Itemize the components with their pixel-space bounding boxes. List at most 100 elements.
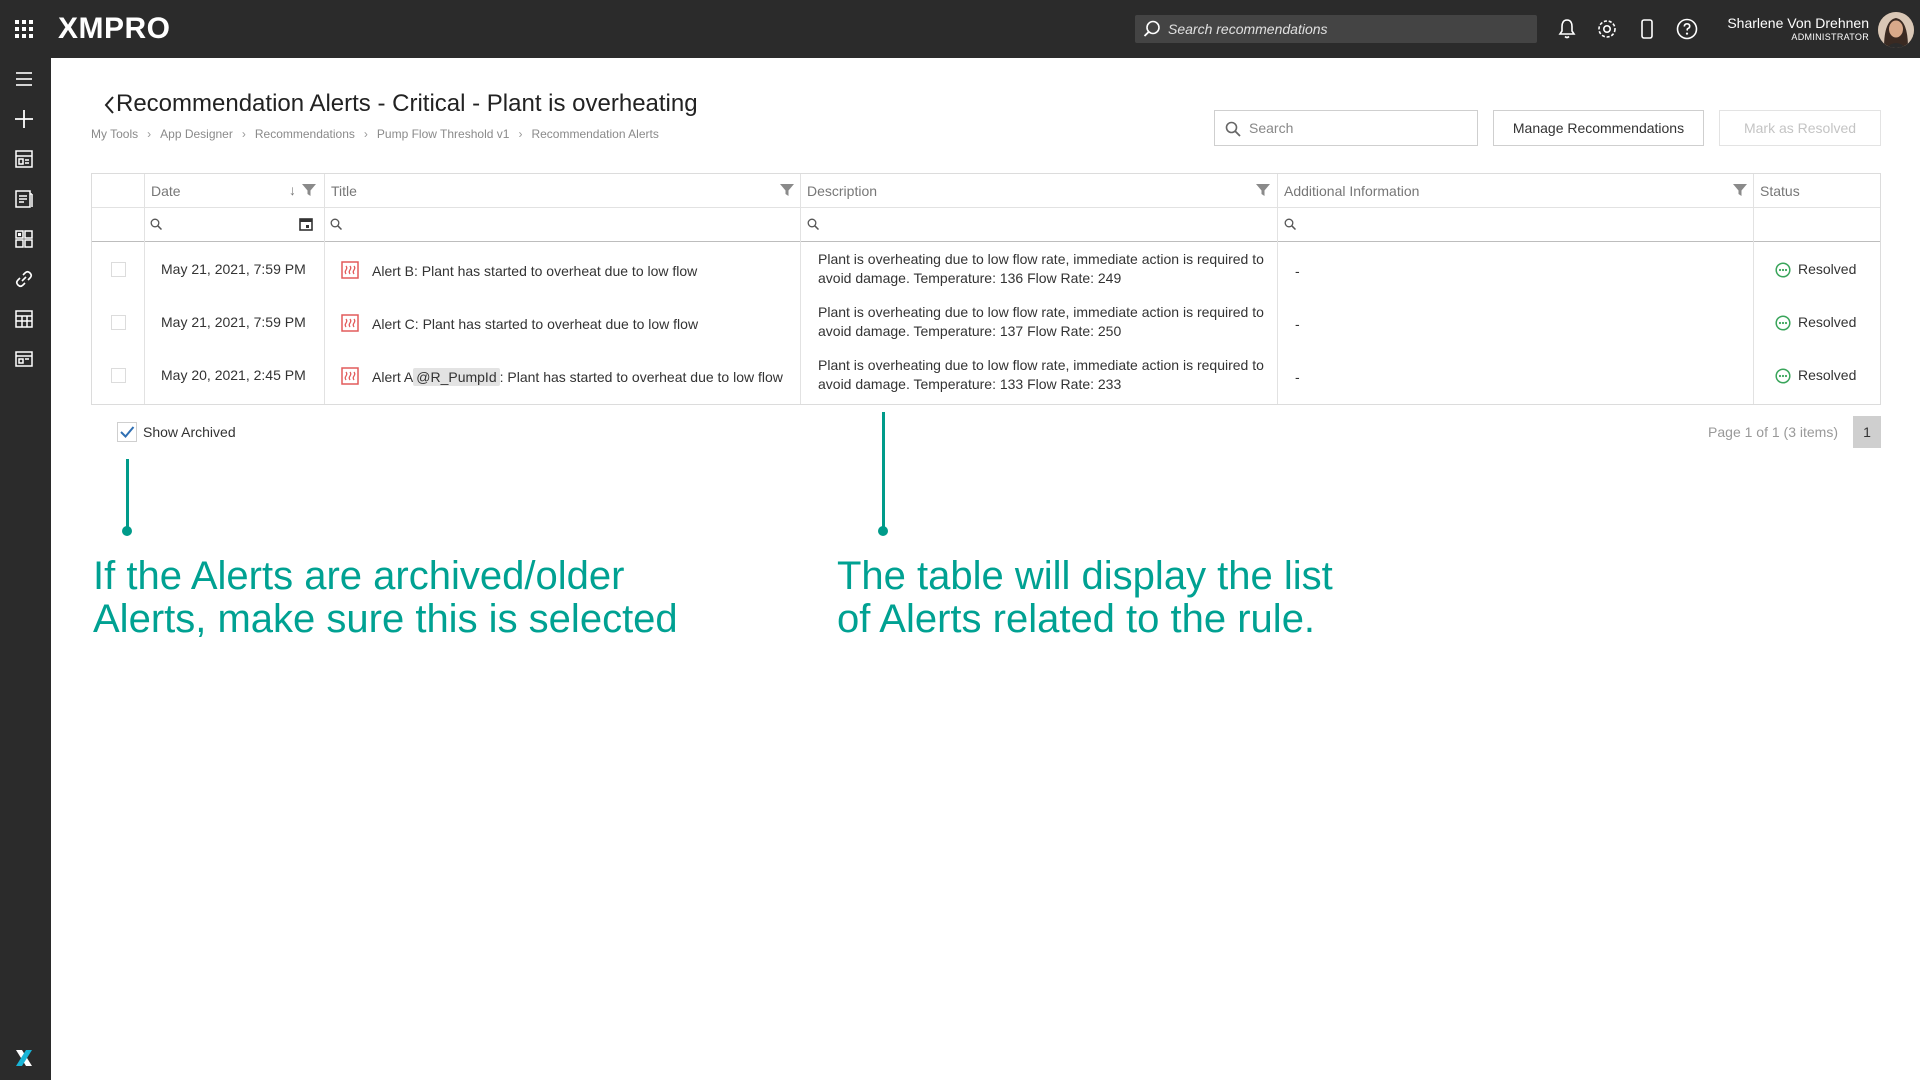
status-resolved-icon [1775,368,1791,384]
status-resolved-icon [1775,315,1791,331]
chevron-right-icon: › [518,127,523,141]
row-checkbox[interactable] [111,315,126,330]
table-row[interactable]: May 20, 2021, 2:45 PM Alert A @R_PumpId: … [92,350,1880,403]
row-title[interactable]: Alert A @R_PumpId: Plant has started to o… [372,368,783,386]
search-icon[interactable] [807,218,819,230]
annotation-pointer-line [882,412,885,530]
annotation-left-line-2: Alerts, make sure this is selected [93,597,678,641]
user-name[interactable]: Sharlene Von Drehnen [1727,15,1869,31]
status-badge: Resolved [1798,367,1857,383]
row-description: Plant is overheating due to low flow rat… [818,357,1264,392]
column-header-additional-information[interactable]: Additional Information [1277,174,1753,208]
status-badge: Resolved [1798,261,1857,277]
column-header-title[interactable]: Title [324,174,799,208]
table-header-row: Date ↓ Title Description Additional Info… [92,174,1880,208]
apps-grid-icon[interactable] [14,19,34,39]
annotation-right-line-1: The table will display the list [837,554,1333,598]
search-icon [1225,121,1241,137]
column-header-description[interactable]: Description [800,174,1276,208]
alerts-table: Date ↓ Title Description Additional Info… [91,173,1881,405]
recommendations-search-input[interactable] [1168,15,1528,43]
annotation-left: If the Alerts are archived/older Alerts,… [93,555,678,641]
layout-icon[interactable] [13,348,35,370]
calendar-icon[interactable] [299,217,313,231]
gear-icon[interactable] [1595,17,1619,41]
row-date: May 20, 2021, 2:45 PM [161,367,306,383]
mobile-icon[interactable] [1635,17,1659,41]
table-filter-row [92,208,1880,242]
search-icon [1143,20,1161,38]
row-checkbox[interactable] [111,368,126,383]
table-row[interactable]: May 21, 2021, 7:59 PM Alert B: Plant has… [92,244,1880,297]
column-header-status[interactable]: Status [1753,174,1880,208]
dashboard-icon[interactable] [13,148,35,170]
bell-icon[interactable] [1555,17,1579,41]
alerts-search[interactable] [1214,110,1478,146]
back-chevron-icon[interactable] [103,96,115,114]
row-description: Plant is overheating due to low flow rat… [818,304,1264,339]
column-header-status-label: Status [1760,183,1800,199]
filter-icon[interactable] [1256,183,1270,197]
annotation-pointer-line [126,459,129,530]
filter-icon[interactable] [302,183,316,197]
menu-icon[interactable] [13,68,35,90]
show-archived-checkbox[interactable] [117,422,137,442]
show-archived-label[interactable]: Show Archived [143,424,236,440]
row-checkbox[interactable] [111,262,126,277]
sort-descending-icon[interactable]: ↓ [289,182,296,198]
page-button[interactable]: 1 [1853,416,1881,448]
annotation-pointer-dot [878,526,888,536]
chevron-right-icon: › [241,127,246,141]
breadcrumb: My Tools › App Designer › Recommendations › Pu… [91,127,659,141]
table-row[interactable]: May 21, 2021, 7:59 PM Alert C: Plant has… [92,297,1880,350]
mark-as-resolved-button[interactable]: Mark as Resolved [1719,110,1881,146]
apps-icon[interactable] [13,228,35,250]
row-title-suffix: : Plant has started to overheat due to l… [499,369,783,385]
xmpro-logo-icon[interactable] [14,1048,36,1070]
alert-heat-icon [341,261,359,279]
row-additional-info: - [1295,316,1300,332]
link-icon[interactable] [13,268,35,290]
row-title[interactable]: Alert C: Plant has started to overheat d… [372,316,698,332]
help-icon[interactable] [1675,17,1699,41]
annotation-pointer-dot [122,526,132,536]
row-additional-info: - [1295,369,1300,385]
annotation-left-line-1: If the Alerts are archived/older [93,554,625,598]
alert-heat-icon [341,367,359,385]
row-date: May 21, 2021, 7:59 PM [161,261,306,277]
chevron-right-icon: › [147,127,152,141]
column-header-description-label: Description [807,183,878,199]
search-icon[interactable] [1284,218,1296,230]
breadcrumb-recommendations[interactable]: Recommendations [255,127,355,141]
add-icon[interactable] [13,108,35,130]
top-bar: XMPRO Sharlene Von Drehnen ADMINISTRATOR [0,0,1920,58]
column-header-date-label: Date [151,183,181,199]
status-resolved-icon [1775,262,1791,278]
left-sidebar [0,58,51,1080]
parameter-tag: @R_PumpId [413,368,500,386]
column-header-title-label: Title [331,183,357,199]
chevron-right-icon: › [363,127,368,141]
annotation-right: The table will display the list of Alert… [837,555,1333,641]
search-icon[interactable] [150,218,162,230]
recommendations-search[interactable] [1135,15,1537,43]
alerts-search-input[interactable] [1249,111,1469,145]
filter-icon[interactable] [1733,183,1747,197]
manage-recommendations-button[interactable]: Manage Recommendations [1493,110,1704,146]
search-icon[interactable] [330,218,342,230]
user-role: ADMINISTRATOR [1791,32,1869,42]
pager-info: Page 1 of 1 (3 items) [1708,424,1838,440]
xmpro-logo[interactable]: XMPRO [58,12,171,46]
row-title[interactable]: Alert B: Plant has started to overheat d… [372,263,697,279]
breadcrumb-pump-flow-threshold[interactable]: Pump Flow Threshold v1 [377,127,510,141]
breadcrumb-my-tools[interactable]: My Tools [91,127,138,141]
checkmark-icon [120,426,135,438]
calendar-icon[interactable] [13,308,35,330]
column-header-date[interactable]: Date [144,174,324,208]
avatar[interactable] [1878,12,1914,48]
breadcrumb-app-designer[interactable]: App Designer [160,127,233,141]
row-additional-info: - [1295,263,1300,279]
annotation-right-line-2: of Alerts related to the rule. [837,597,1316,641]
recommendations-icon[interactable] [13,188,35,210]
filter-icon[interactable] [780,183,794,197]
